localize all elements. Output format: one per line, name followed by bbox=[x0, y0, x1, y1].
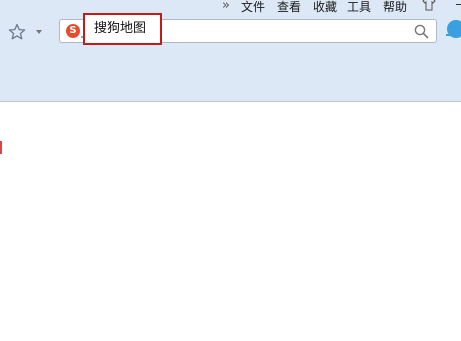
page-content bbox=[0, 102, 461, 341]
menu-bar: » 文件 查看 收藏 工具 帮助 bbox=[218, 0, 461, 16]
search-icon[interactable] bbox=[414, 24, 429, 39]
menu-item-help[interactable]: 帮助 bbox=[383, 0, 407, 14]
menu-item-tools[interactable]: 工具 bbox=[347, 0, 371, 14]
address-input[interactable]: 搜狗地图 bbox=[83, 13, 162, 45]
star-icon[interactable] bbox=[8, 23, 26, 41]
minimize-icon[interactable] bbox=[456, 4, 461, 5]
sogou-logo-icon: S bbox=[66, 24, 80, 38]
skin-shirt-icon[interactable] bbox=[422, 0, 436, 11]
menu-item-file[interactable]: 文件 bbox=[241, 0, 265, 14]
address-bar[interactable]: S 搜狗地图 bbox=[59, 13, 437, 45]
menu-item-favorites[interactable]: 收藏 bbox=[313, 0, 337, 14]
left-edge-marker bbox=[0, 141, 2, 154]
browser-toolbar: » 文件 查看 收藏 工具 帮助 S 搜狗地图 bbox=[0, 0, 461, 102]
dropdown-caret-icon[interactable] bbox=[36, 30, 42, 34]
menu-overflow-icon[interactable]: » bbox=[222, 0, 230, 13]
menu-item-view[interactable]: 查看 bbox=[277, 0, 301, 14]
sidebar-dash-icon bbox=[446, 34, 454, 36]
